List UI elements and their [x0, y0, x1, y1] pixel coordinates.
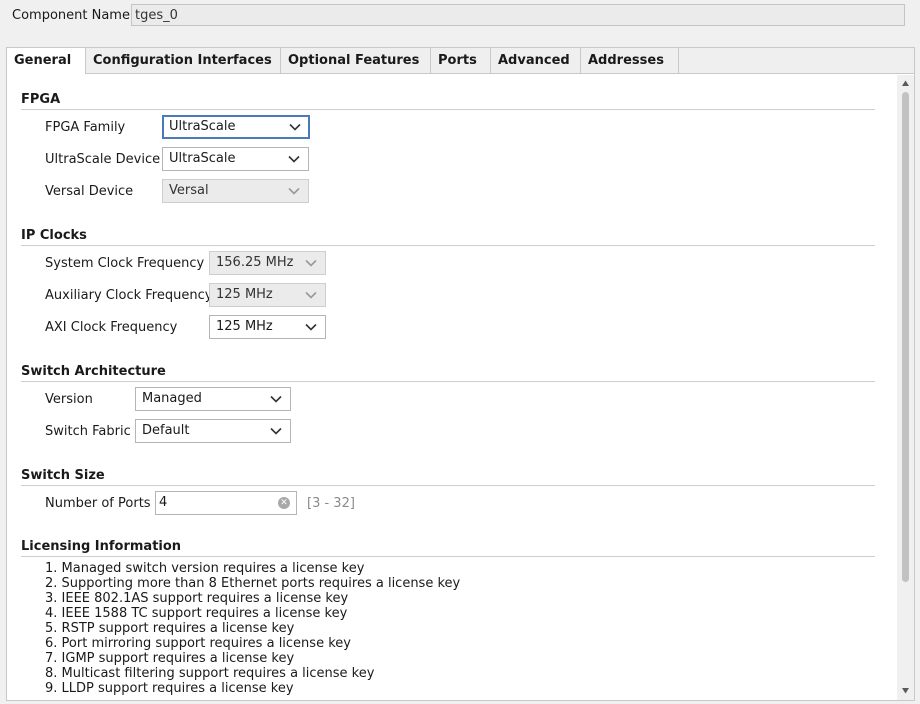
component-name-field[interactable]: tges_0	[131, 4, 905, 26]
tab-advanced[interactable]: Advanced	[491, 48, 581, 73]
section-divider	[21, 556, 875, 557]
versal-device-dropdown: Versal	[162, 179, 309, 203]
switch-architecture-section-title: Switch Architecture	[21, 364, 166, 379]
section-divider	[21, 245, 875, 246]
chevron-down-icon	[305, 259, 317, 267]
list-item: 3. IEEE 802.1AS support requires a licen…	[45, 591, 349, 606]
versal-device-value: Versal	[169, 183, 209, 198]
number-of-ports-range: [3 - 32]	[307, 496, 355, 511]
tab-ports[interactable]: Ports	[431, 48, 491, 73]
list-item: 2. Supporting more than 8 Ethernet ports…	[45, 576, 461, 591]
axi-clock-frequency-label: AXI Clock Frequency	[45, 320, 178, 335]
tab-general[interactable]: General	[7, 48, 86, 74]
licensing-information-section-title: Licensing Information	[21, 539, 182, 554]
scrollbar-thumb[interactable]	[902, 92, 909, 582]
auxiliary-clock-frequency-label: Auxiliary Clock Frequency	[45, 288, 213, 303]
switch-fabric-label: Switch Fabric	[45, 424, 131, 439]
section-divider	[21, 109, 875, 110]
scroll-up-arrow-icon[interactable]	[901, 79, 910, 88]
ultrascale-device-value: UltraScale	[169, 151, 236, 166]
version-label: Version	[45, 392, 93, 407]
auxiliary-clock-frequency-dropdown: 125 MHz	[209, 283, 326, 307]
ultrascale-device-dropdown[interactable]: UltraScale	[162, 147, 309, 171]
tab-bar: General Configuration Interfaces Optiona…	[7, 48, 914, 74]
fpga-family-value: UltraScale	[169, 119, 236, 134]
list-item: 7. IGMP support requires a license key	[45, 651, 295, 666]
version-value: Managed	[142, 391, 202, 406]
number-of-ports-input[interactable]: 4 ✕	[155, 491, 297, 515]
chevron-down-icon	[270, 395, 282, 403]
chevron-down-icon	[288, 155, 300, 163]
versal-device-label: Versal Device	[45, 184, 134, 199]
tab-configuration-interfaces[interactable]: Configuration Interfaces	[86, 48, 281, 73]
licensing-list: 1. Managed switch version requires a lic…	[45, 561, 460, 696]
list-item: 5. RSTP support requires a license key	[45, 621, 295, 636]
fpga-section-title: FPGA	[21, 92, 61, 107]
number-of-ports-value: 4	[159, 495, 168, 510]
scroll-down-arrow-icon[interactable]	[901, 686, 910, 695]
clear-icon[interactable]: ✕	[278, 497, 290, 509]
general-tab-content: FPGA FPGA Family UltraScale UltraScale D…	[7, 75, 897, 700]
chevron-down-icon	[288, 187, 300, 195]
switch-fabric-value: Default	[142, 423, 190, 438]
vertical-scrollbar[interactable]	[897, 75, 914, 700]
list-item: 6. Port mirroring support requires a lic…	[45, 636, 351, 651]
section-divider	[21, 381, 875, 382]
fpga-family-label: FPGA Family	[45, 120, 126, 135]
axi-clock-frequency-dropdown[interactable]: 125 MHz	[209, 315, 326, 339]
axi-clock-frequency-value: 125 MHz	[216, 319, 273, 334]
section-divider	[21, 485, 875, 486]
chevron-down-icon	[270, 427, 282, 435]
ultrascale-device-label: UltraScale Device	[45, 152, 161, 167]
number-of-ports-label: Number of Ports	[45, 496, 151, 511]
switch-size-section-title: Switch Size	[21, 468, 105, 483]
list-item: 1. Managed switch version requires a lic…	[45, 561, 365, 576]
list-item: 4. IEEE 1588 TC support requires a licen…	[45, 606, 348, 621]
auxiliary-clock-frequency-value: 125 MHz	[216, 287, 273, 302]
tab-optional-features[interactable]: Optional Features	[281, 48, 431, 73]
component-name-label: Component Name	[12, 8, 130, 23]
system-clock-frequency-dropdown: 156.25 MHz	[209, 251, 326, 275]
system-clock-frequency-value: 156.25 MHz	[216, 255, 294, 270]
tab-addresses[interactable]: Addresses	[581, 48, 679, 73]
list-item: 9. LLDP support requires a license key	[45, 681, 294, 696]
chevron-down-icon	[305, 291, 317, 299]
version-dropdown[interactable]: Managed	[135, 387, 291, 411]
ip-clocks-section-title: IP Clocks	[21, 228, 87, 243]
system-clock-frequency-label: System Clock Frequency	[45, 256, 205, 271]
chevron-down-icon	[289, 123, 301, 131]
switch-fabric-dropdown[interactable]: Default	[135, 419, 291, 443]
chevron-down-icon	[305, 323, 317, 331]
list-item: 8. Multicast filtering support requires …	[45, 666, 375, 681]
fpga-family-dropdown[interactable]: UltraScale	[162, 115, 310, 139]
